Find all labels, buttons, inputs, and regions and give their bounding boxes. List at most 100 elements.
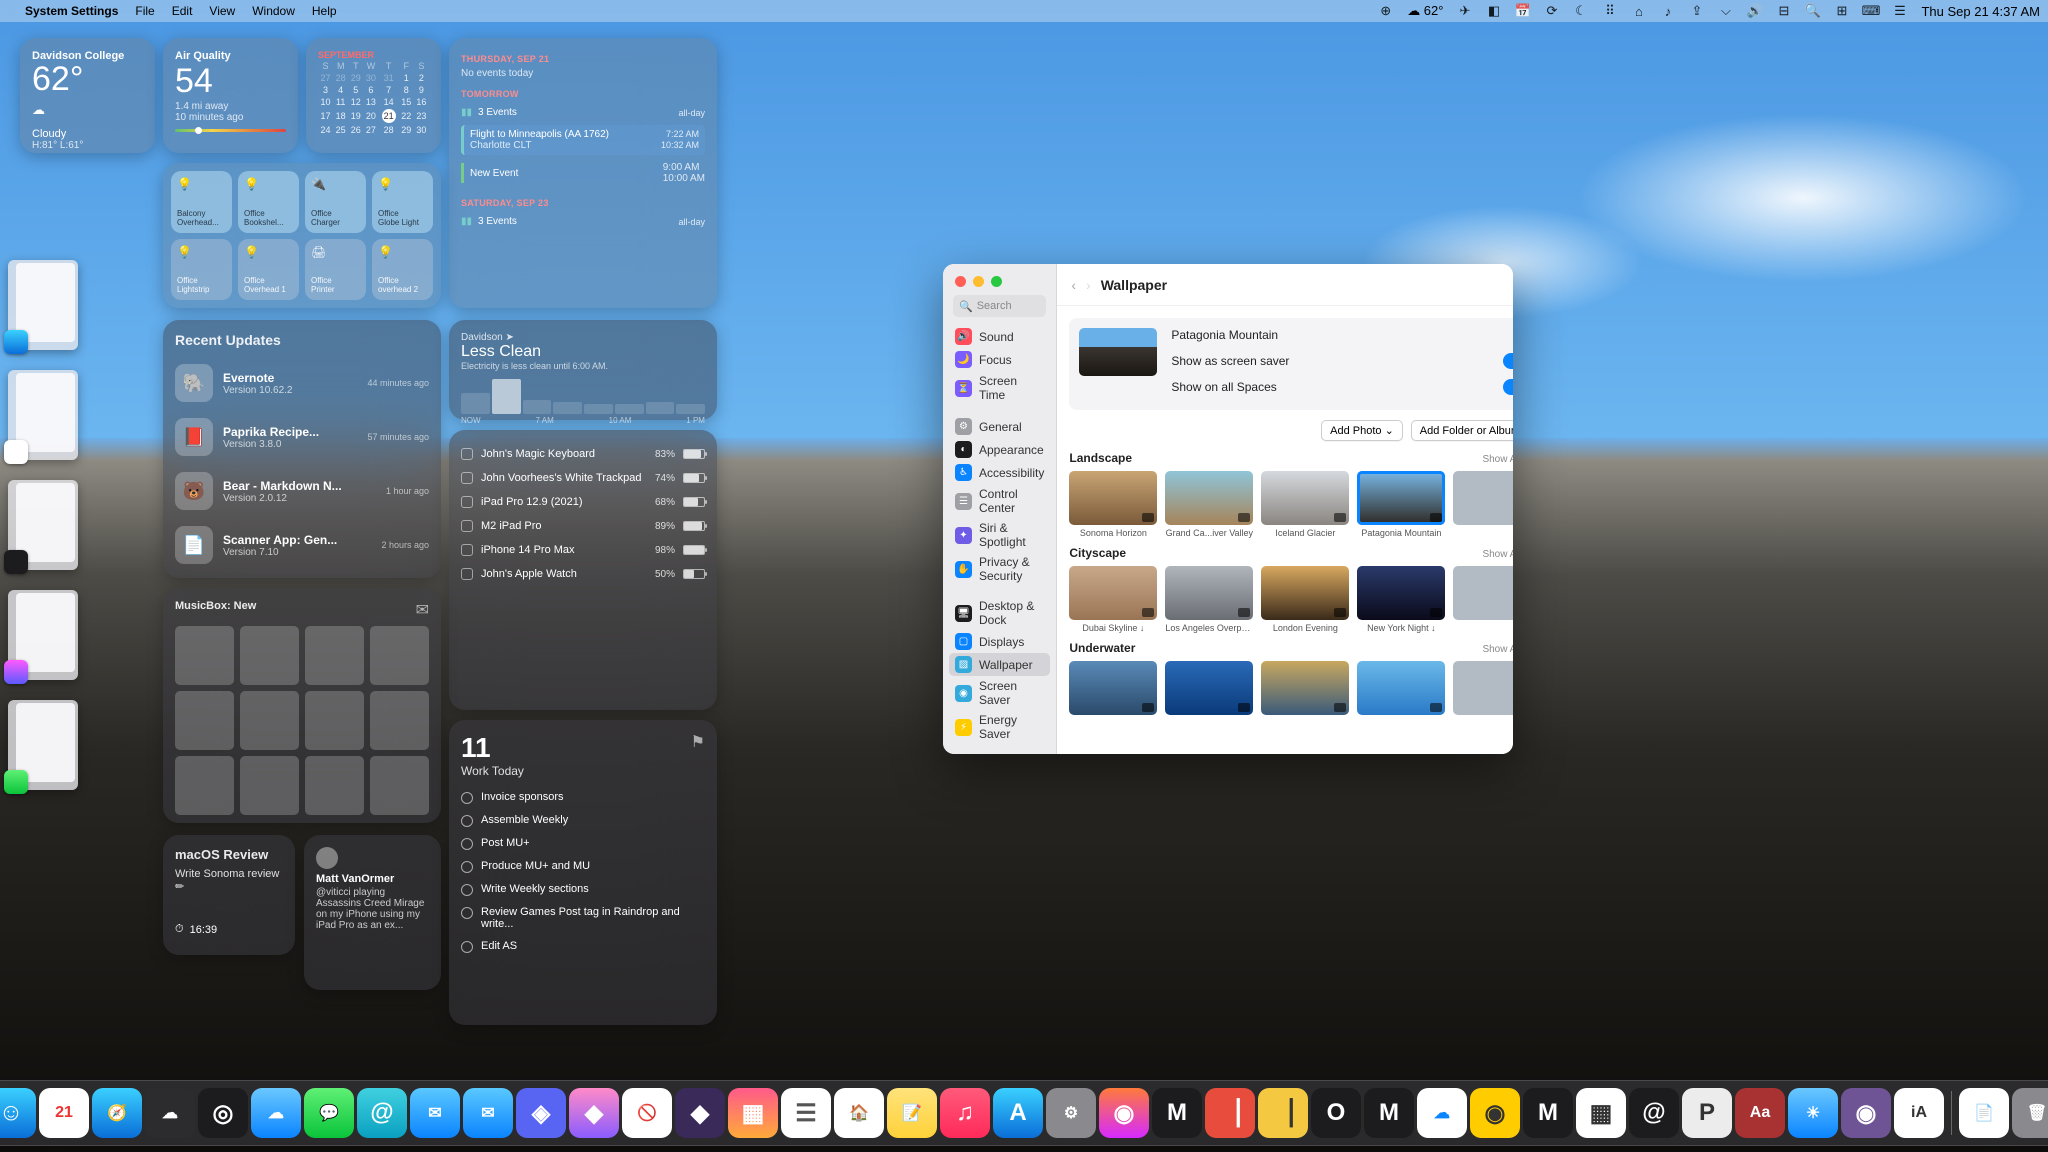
stage-window[interactable] — [8, 370, 78, 460]
status-icon[interactable]: ⊕ — [1378, 4, 1393, 19]
wallpaper-thumb[interactable]: London Evening — [1261, 566, 1349, 633]
sidebar-item-screen-time[interactable]: ⏳Screen Time — [949, 371, 1050, 405]
reminder-item[interactable]: Post MU+ — [461, 832, 705, 855]
status-icon[interactable]: 📅 — [1515, 4, 1530, 19]
status-icon[interactable]: ⟳ — [1544, 4, 1559, 19]
home-tile[interactable]: 🔌OfficeCharger — [305, 171, 366, 233]
update-item[interactable]: 📕Paprika Recipe...Version 3.8.057 minute… — [175, 410, 429, 464]
events-widget[interactable]: THURSDAY, SEP 21 No events today TOMORRO… — [449, 38, 717, 308]
wifi-icon[interactable]: ⌵ — [1718, 4, 1733, 19]
status-icon[interactable]: ♪ — [1660, 4, 1675, 19]
home-tile[interactable]: 💡OfficeGlobe Light — [372, 171, 433, 233]
dock-app-settings[interactable]: ⚙︎ — [1046, 1088, 1096, 1138]
wallpaper-thumb[interactable]: Iceland Glacier — [1261, 471, 1349, 538]
dock-app-trash[interactable]: 🗑 — [2012, 1088, 2048, 1138]
stage-window[interactable] — [8, 700, 78, 790]
spotlight-icon[interactable]: 🔍 — [1805, 4, 1820, 19]
dock-app-threads[interactable]: @ — [1629, 1088, 1679, 1138]
show-all-link[interactable]: Show All (47) — [1482, 454, 1513, 465]
dock-app-m2[interactable]: M — [1364, 1088, 1414, 1138]
dock-app-calendar[interactable]: 21 — [39, 1088, 89, 1138]
app-menu[interactable]: System Settings — [25, 4, 118, 18]
forward-button[interactable]: › — [1086, 277, 1091, 293]
add-photo-button[interactable]: Add Photo ⌄ — [1321, 420, 1403, 441]
wallpaper-thumb[interactable] — [1357, 661, 1445, 718]
dock-app-discord[interactable]: ◈ — [516, 1088, 566, 1138]
dock-app-m1[interactable]: M — [1152, 1088, 1202, 1138]
dock-app-bookmark2[interactable]: ▕ — [1258, 1088, 1308, 1138]
status-icon[interactable]: ◧ — [1486, 4, 1501, 19]
dock-app-m3[interactable]: M — [1523, 1088, 1573, 1138]
status-icon[interactable]: ⊞ — [1834, 4, 1849, 19]
home-tile[interactable]: 💡BalconyOverhead... — [171, 171, 232, 233]
dock-app-appstore[interactable]: A — [993, 1088, 1043, 1138]
home-tile[interactable]: 💡OfficeOverhead 1 — [238, 239, 299, 301]
stage-window[interactable] — [8, 260, 78, 350]
add-folder-button[interactable]: Add Folder or Album ⌄ — [1411, 420, 1513, 441]
menu-help[interactable]: Help — [312, 4, 337, 18]
sidebar-item-accessibility[interactable]: ♿︎Accessibility — [949, 461, 1050, 484]
wallpaper-thumb[interactable] — [1069, 661, 1157, 718]
sidebar-item-wallpaper[interactable]: ▨Wallpaper — [949, 653, 1050, 676]
sidebar-item-siri-spotlight[interactable]: ✦Siri & Spotlight — [949, 518, 1050, 552]
dock-app-music[interactable]: ♫ — [940, 1088, 990, 1138]
sidebar-item-displays[interactable]: ▢Displays — [949, 630, 1050, 653]
menu-file[interactable]: File — [135, 4, 154, 18]
show-all-link[interactable]: Show All (30) — [1482, 549, 1513, 560]
event-item[interactable]: Flight to Minneapolis (AA 1762)7:22 AM C… — [461, 125, 705, 155]
home-tile[interactable]: 💡Officeoverhead 2 — [372, 239, 433, 301]
dock-app-github[interactable]: ◉ — [1841, 1088, 1891, 1138]
update-item[interactable]: 📄Scanner App: Gen...Version 7.102 hours … — [175, 518, 429, 572]
sidebar-item-appearance[interactable]: ◐Appearance — [949, 438, 1050, 461]
status-weather[interactable]: ☁︎ 62° — [1407, 3, 1443, 19]
reminder-item[interactable]: Invoice sponsors — [461, 786, 705, 809]
sidebar-item-energy-saver[interactable]: ⚡︎Energy Saver — [949, 710, 1050, 744]
dock-app-obsidian[interactable]: ◆ — [675, 1088, 725, 1138]
dock-app-instagram[interactable]: ◉ — [1099, 1088, 1149, 1138]
dock-app-bookmark[interactable]: ▕ — [1205, 1088, 1255, 1138]
wallpaper-thumb[interactable]: Grand Ca...iver Valley — [1165, 471, 1253, 538]
sidebar-item-focus[interactable]: 🌙Focus — [949, 348, 1050, 371]
energy-widget[interactable]: Davidson ➤ Less Clean Electricity is les… — [449, 320, 717, 420]
dock-app-mail2[interactable]: ✉︎ — [463, 1088, 513, 1138]
status-icon[interactable]: ⌨ — [1863, 4, 1878, 19]
reminder-item[interactable]: Edit AS — [461, 935, 705, 958]
wallpaper-thumb[interactable]: New York Night ↓ — [1357, 566, 1445, 633]
dock-app-onedrive[interactable]: ☁︎ — [1417, 1088, 1467, 1138]
dock-app-pixelmator[interactable]: ▦ — [728, 1088, 778, 1138]
minimize-button[interactable] — [973, 276, 984, 287]
dock-app-circle[interactable]: ◎ — [198, 1088, 248, 1138]
status-icon[interactable]: ⇪ — [1689, 4, 1704, 19]
wallpaper-thumb[interactable]: Patagonia Mountain — [1357, 471, 1445, 538]
menu-window[interactable]: Window — [252, 4, 295, 18]
dock-app-icloud[interactable]: ☁︎ — [251, 1088, 301, 1138]
reminder-item[interactable]: Assemble Weekly — [461, 809, 705, 832]
calendar-widget[interactable]: SEPTEMBER SMTWTFS27282930311234567891011… — [306, 38, 441, 153]
reminder-item[interactable]: Produce MU+ and MU — [461, 855, 705, 878]
sidebar-item-general[interactable]: ⚙︎General — [949, 415, 1050, 438]
dock-app-doc[interactable]: 📄 — [1959, 1088, 2009, 1138]
zoom-button[interactable] — [991, 276, 1002, 287]
dock-app-messages[interactable]: 💬 — [304, 1088, 354, 1138]
wallpaper-thumb[interactable]: Los Angeles Overpass — [1165, 566, 1253, 633]
toggle[interactable] — [1503, 379, 1513, 395]
volume-icon[interactable]: 🔊 — [1747, 4, 1762, 19]
menu-edit[interactable]: Edit — [172, 4, 193, 18]
status-icon[interactable]: ☾ — [1573, 4, 1588, 19]
dock-app-app1[interactable]: ◆ — [569, 1088, 619, 1138]
status-icon[interactable]: ⊟ — [1776, 4, 1791, 19]
dock-app-app3[interactable]: ◉ — [1470, 1088, 1520, 1138]
stage-window[interactable] — [8, 590, 78, 680]
status-icon[interactable]: ⌂ — [1631, 4, 1646, 19]
batteries-widget[interactable]: John's Magic Keyboard83%John Voorhees's … — [449, 430, 717, 710]
search-input[interactable]: 🔍 Search — [953, 295, 1046, 317]
dock-app-cloud[interactable]: ☁︎ — [145, 1088, 195, 1138]
dock-app-p[interactable]: P — [1682, 1088, 1732, 1138]
close-button[interactable] — [955, 276, 966, 287]
dock-app-app2[interactable]: 🚫 — [622, 1088, 672, 1138]
aqi-widget[interactable]: Air Quality 54 1.4 mi away 10 minutes ag… — [163, 38, 298, 153]
menu-view[interactable]: View — [209, 4, 235, 18]
wallpaper-thumb[interactable]: Dubai Skyline ↓ — [1069, 566, 1157, 633]
sidebar-item-desktop-dock[interactable]: 🖥Desktop & Dock — [949, 596, 1050, 630]
dock-app-mail[interactable]: ✉︎ — [410, 1088, 460, 1138]
